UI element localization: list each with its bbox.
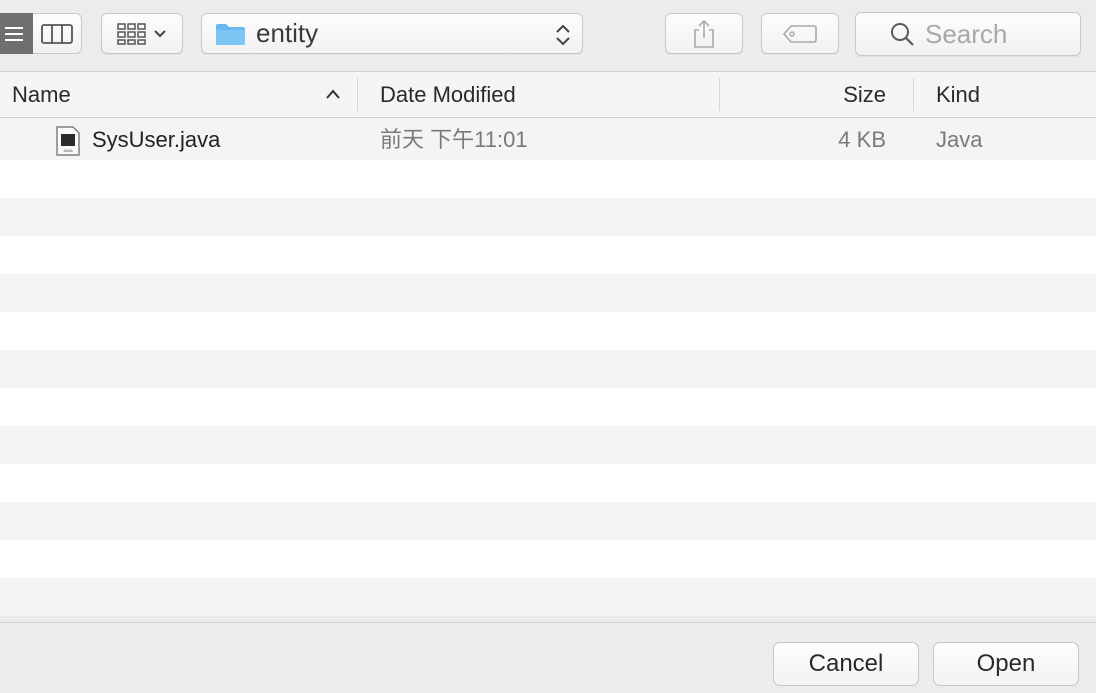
svg-text:JAVA: JAVA — [63, 148, 73, 153]
empty-row — [0, 578, 1096, 616]
file-list: JAVA SysUser.java 前天 下午11:01 4 KB Java — [0, 118, 1096, 622]
empty-row — [0, 464, 1096, 502]
open-button[interactable]: Open — [933, 642, 1079, 686]
file-date-modified: 前天 下午11:01 — [380, 127, 528, 152]
java-file-icon: JAVA — [56, 126, 80, 156]
column-divider[interactable] — [357, 78, 358, 111]
folder-icon — [216, 23, 245, 45]
toolbar: entity Search — [0, 0, 1096, 72]
empty-row — [0, 274, 1096, 312]
search-field[interactable]: Search — [855, 12, 1081, 56]
up-down-chevron-icon — [556, 24, 570, 46]
share-icon — [694, 19, 714, 48]
view-mode-segmented-control — [0, 13, 82, 54]
list-view-icon — [4, 26, 23, 41]
column-divider[interactable] — [913, 78, 914, 111]
file-name: SysUser.java — [92, 127, 221, 152]
grid-arrange-icon — [117, 22, 146, 45]
empty-row — [0, 160, 1096, 198]
arrange-button[interactable] — [101, 13, 183, 54]
empty-row — [0, 312, 1096, 350]
date-modified-column-label: Date Modified — [380, 82, 516, 107]
column-header-bar: Name Date Modified Size Kind — [0, 72, 1096, 118]
file-kind: Java — [936, 127, 983, 152]
name-column-header[interactable]: Name — [12, 72, 352, 117]
empty-row — [0, 198, 1096, 236]
empty-row — [0, 236, 1096, 274]
empty-row — [0, 540, 1096, 578]
list-view-button[interactable] — [0, 13, 33, 54]
column-view-button[interactable] — [33, 13, 82, 54]
cancel-button[interactable]: Cancel — [773, 642, 919, 686]
search-icon — [891, 23, 914, 46]
kind-column-label: Kind — [936, 82, 981, 107]
path-popup[interactable]: entity — [201, 13, 583, 54]
tag-button[interactable] — [761, 13, 839, 54]
name-column-label: Name — [12, 82, 71, 107]
date-modified-column-header[interactable]: Date Modified — [380, 72, 710, 117]
share-button[interactable] — [665, 13, 743, 54]
column-view-icon — [41, 23, 73, 44]
dialog-footer: Cancel Open — [0, 622, 1096, 693]
size-column-label: Size — [843, 82, 886, 107]
tag-icon — [782, 24, 817, 43]
size-column-header[interactable]: Size — [720, 72, 886, 117]
empty-row — [0, 350, 1096, 388]
empty-row — [0, 388, 1096, 426]
file-size: 4 KB — [838, 127, 886, 152]
kind-column-header[interactable]: Kind — [936, 72, 1086, 117]
file-row[interactable]: JAVA SysUser.java 前天 下午11:01 4 KB Java — [0, 118, 1096, 160]
empty-row — [0, 502, 1096, 540]
empty-row — [0, 426, 1096, 464]
chevron-down-icon — [154, 29, 166, 37]
path-folder-name: entity — [256, 18, 319, 48]
sort-ascending-icon[interactable] — [325, 88, 341, 100]
search-placeholder: Search — [925, 18, 1008, 49]
